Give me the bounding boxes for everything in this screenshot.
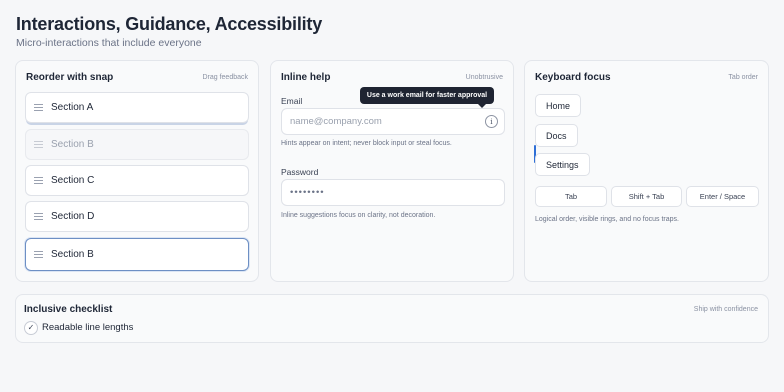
keyboard-focus-hint: Tab order: [728, 74, 758, 81]
section-row-b-ghost: Section B: [25, 129, 249, 160]
email-field[interactable]: [290, 116, 470, 127]
inline-help-hint: Unobtrusive: [465, 74, 503, 81]
drag-handle-icon: [34, 141, 43, 148]
email-label: Email: [281, 96, 303, 106]
reorder-panel: Reorder with snap Drag feedback Section …: [15, 60, 259, 282]
checklist-hint: Ship with confidence: [693, 306, 758, 313]
reorder-panel-title: Reorder with snap: [26, 72, 114, 83]
section-row-b-dragging[interactable]: Section B: [25, 238, 249, 271]
section-label: Section D: [51, 211, 95, 222]
email-tooltip: Use a work email for faster approval: [360, 87, 494, 108]
inline-help-panel: Inline help Unobtrusive Email Use a work…: [270, 60, 514, 282]
drag-handle-icon[interactable]: [34, 251, 43, 258]
page-title: Interactions, Guidance, Accessibility: [16, 14, 323, 34]
checklist-panel: Inclusive checklist Ship with confidence…: [15, 294, 769, 343]
password-field[interactable]: [290, 187, 470, 198]
key-enter-space[interactable]: Enter / Space: [686, 186, 759, 207]
nav-button-home[interactable]: Home: [535, 94, 582, 117]
keyboard-focus-title: Keyboard focus: [535, 72, 611, 83]
nav-button-settings[interactable]: Settings: [535, 153, 590, 176]
email-help-text: Hints appear on intent; never block inpu…: [281, 140, 452, 147]
drag-handle-icon[interactable]: [34, 104, 43, 111]
section-label: Section B: [51, 249, 94, 260]
page-subtitle: Micro-interactions that include everyone: [16, 37, 202, 49]
info-icon[interactable]: i: [485, 115, 498, 128]
section-row-a[interactable]: Section A: [25, 92, 249, 123]
keyboard-note: Logical order, visible rings, and no foc…: [535, 216, 679, 223]
password-label: Password: [281, 167, 319, 177]
section-row-c[interactable]: Section C: [25, 165, 249, 196]
section-label: Section A: [51, 102, 94, 113]
keyboard-focus-panel: Keyboard focus Tab order Home Docs Setti…: [524, 60, 769, 282]
drag-handle-icon[interactable]: [34, 213, 43, 220]
key-tab[interactable]: Tab: [535, 186, 607, 207]
key-shift-tab[interactable]: Shift + Tab: [611, 186, 682, 207]
checklist-title: Inclusive checklist: [24, 304, 113, 315]
email-field-wrapper: i: [281, 108, 505, 135]
drag-handle-icon[interactable]: [34, 177, 43, 184]
section-label: Section C: [51, 175, 95, 186]
inline-help-title: Inline help: [281, 72, 331, 83]
checklist-item-label: Readable line lengths: [42, 322, 134, 333]
section-row-d[interactable]: Section D: [25, 201, 249, 232]
nav-button-docs[interactable]: Docs: [535, 124, 578, 147]
password-field-wrapper: [281, 179, 505, 206]
password-help-text: Inline suggestions focus on clarity, not…: [281, 212, 436, 219]
checkmark-icon[interactable]: ✓: [24, 321, 38, 335]
reorder-panel-hint: Drag feedback: [202, 74, 248, 81]
section-label: Section B: [51, 139, 94, 150]
